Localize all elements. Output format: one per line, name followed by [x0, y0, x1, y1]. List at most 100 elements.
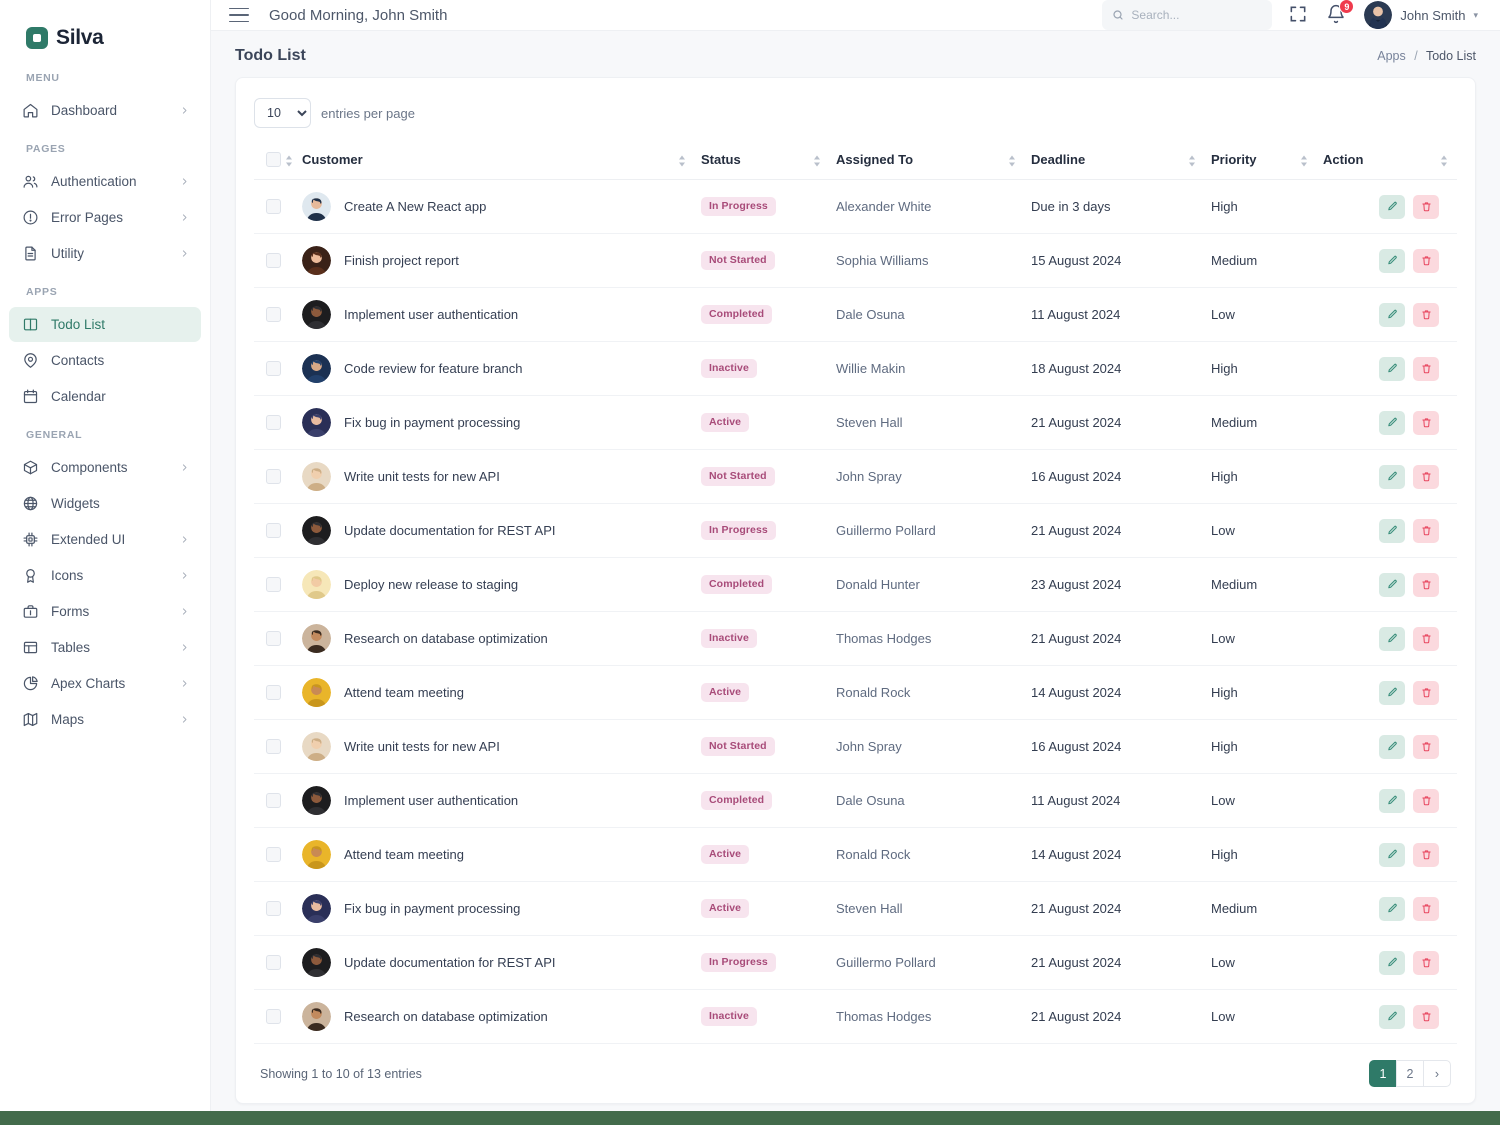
page-button-1[interactable]: 1	[1369, 1060, 1397, 1087]
assigned-to-name[interactable]: Dale Osuna	[836, 793, 905, 808]
sort-arrows-icon[interactable]	[679, 155, 685, 166]
column-header-assigned-to[interactable]: Assigned To	[830, 142, 1025, 180]
sidebar-item-utility[interactable]: Utility	[9, 236, 201, 271]
delete-button[interactable]	[1413, 788, 1439, 813]
sidebar-item-components[interactable]: Components	[9, 450, 201, 485]
delete-button[interactable]	[1413, 842, 1439, 867]
sidebar-item-maps[interactable]: Maps	[9, 702, 201, 737]
row-checkbox[interactable]	[266, 631, 281, 646]
edit-button[interactable]	[1379, 950, 1405, 975]
edit-button[interactable]	[1379, 356, 1405, 381]
delete-button[interactable]	[1413, 626, 1439, 651]
edit-button[interactable]	[1379, 464, 1405, 489]
edit-button[interactable]	[1379, 518, 1405, 543]
assigned-to-name[interactable]: Guillermo Pollard	[836, 523, 936, 538]
sort-arrows-icon[interactable]	[1441, 155, 1447, 166]
row-checkbox[interactable]	[266, 307, 281, 322]
fullscreen-icon[interactable]	[1288, 4, 1310, 26]
edit-button[interactable]	[1379, 1004, 1405, 1029]
assigned-to-name[interactable]: Steven Hall	[836, 901, 902, 916]
row-checkbox[interactable]	[266, 1009, 281, 1024]
row-checkbox[interactable]	[266, 685, 281, 700]
column-header-priority[interactable]: Priority	[1205, 142, 1317, 180]
breadcrumb-parent[interactable]: Apps	[1377, 49, 1406, 63]
sort-arrows-icon[interactable]	[814, 155, 820, 166]
assigned-to-name[interactable]: Alexander White	[836, 199, 931, 214]
search-input[interactable]	[1131, 8, 1263, 22]
sidebar-item-tables[interactable]: Tables	[9, 630, 201, 665]
sidebar-item-dashboard[interactable]: Dashboard	[9, 93, 201, 128]
row-checkbox[interactable]	[266, 793, 281, 808]
sidebar-item-icons[interactable]: Icons	[9, 558, 201, 593]
search-box[interactable]	[1102, 0, 1273, 30]
brand[interactable]: Silva	[0, 0, 210, 58]
delete-button[interactable]	[1413, 248, 1439, 273]
sidebar-item-contacts[interactable]: Contacts	[9, 343, 201, 378]
delete-button[interactable]	[1413, 518, 1439, 543]
edit-button[interactable]	[1379, 842, 1405, 867]
page-button-2[interactable]: 2	[1396, 1060, 1424, 1087]
sidebar-item-extended-ui[interactable]: Extended UI	[9, 522, 201, 557]
sidebar-item-forms[interactable]: Forms	[9, 594, 201, 629]
next-page-button[interactable]: ›	[1423, 1060, 1451, 1087]
delete-button[interactable]	[1413, 410, 1439, 435]
edit-button[interactable]	[1379, 194, 1405, 219]
row-checkbox[interactable]	[266, 739, 281, 754]
user-menu[interactable]: John Smith ▾	[1364, 1, 1478, 29]
assigned-to-name[interactable]: Steven Hall	[836, 415, 902, 430]
row-checkbox[interactable]	[266, 415, 281, 430]
sort-arrows-icon[interactable]	[1301, 155, 1307, 166]
entries-per-page-select[interactable]: 102550100	[254, 98, 311, 128]
assigned-to-name[interactable]: Sophia Williams	[836, 253, 928, 268]
sidebar-item-error-pages[interactable]: Error Pages	[9, 200, 201, 235]
sidebar-item-todo-list[interactable]: Todo List	[9, 307, 201, 342]
assigned-to-name[interactable]: Ronald Rock	[836, 847, 910, 862]
assigned-to-name[interactable]: John Spray	[836, 739, 902, 754]
edit-button[interactable]	[1379, 248, 1405, 273]
sidebar-item-apex-charts[interactable]: Apex Charts	[9, 666, 201, 701]
edit-button[interactable]	[1379, 896, 1405, 921]
edit-button[interactable]	[1379, 410, 1405, 435]
delete-button[interactable]	[1413, 572, 1439, 597]
column-header-action[interactable]: Action	[1317, 142, 1457, 180]
delete-button[interactable]	[1413, 896, 1439, 921]
select-all-checkbox[interactable]	[266, 152, 281, 167]
edit-button[interactable]	[1379, 680, 1405, 705]
row-checkbox[interactable]	[266, 577, 281, 592]
assigned-to-name[interactable]: John Spray	[836, 469, 902, 484]
edit-button[interactable]	[1379, 788, 1405, 813]
delete-button[interactable]	[1413, 302, 1439, 327]
column-header-deadline[interactable]: Deadline	[1025, 142, 1205, 180]
row-checkbox[interactable]	[266, 955, 281, 970]
assigned-to-name[interactable]: Thomas Hodges	[836, 1009, 931, 1024]
delete-button[interactable]	[1413, 1004, 1439, 1029]
assigned-to-name[interactable]: Dale Osuna	[836, 307, 905, 322]
row-checkbox[interactable]	[266, 199, 281, 214]
assigned-to-name[interactable]: Ronald Rock	[836, 685, 910, 700]
sidebar-item-widgets[interactable]: Widgets	[9, 486, 201, 521]
assigned-to-name[interactable]: Donald Hunter	[836, 577, 920, 592]
delete-button[interactable]	[1413, 194, 1439, 219]
delete-button[interactable]	[1413, 680, 1439, 705]
edit-button[interactable]	[1379, 572, 1405, 597]
menu-toggle-icon[interactable]	[229, 7, 249, 23]
edit-button[interactable]	[1379, 734, 1405, 759]
row-checkbox[interactable]	[266, 253, 281, 268]
sidebar-item-authentication[interactable]: Authentication	[9, 164, 201, 199]
row-checkbox[interactable]	[266, 847, 281, 862]
edit-button[interactable]	[1379, 626, 1405, 651]
notifications-button[interactable]: 9	[1326, 0, 1355, 26]
assigned-to-name[interactable]: Guillermo Pollard	[836, 955, 936, 970]
column-header-status[interactable]: Status	[695, 142, 830, 180]
row-checkbox[interactable]	[266, 469, 281, 484]
delete-button[interactable]	[1413, 356, 1439, 381]
delete-button[interactable]	[1413, 464, 1439, 489]
sort-arrows-icon[interactable]	[286, 155, 292, 166]
sort-arrows-icon[interactable]	[1009, 155, 1015, 166]
edit-button[interactable]	[1379, 302, 1405, 327]
assigned-to-name[interactable]: Thomas Hodges	[836, 631, 931, 646]
delete-button[interactable]	[1413, 734, 1439, 759]
column-header-customer[interactable]: Customer	[296, 142, 695, 180]
delete-button[interactable]	[1413, 950, 1439, 975]
sort-arrows-icon[interactable]	[1189, 155, 1195, 166]
